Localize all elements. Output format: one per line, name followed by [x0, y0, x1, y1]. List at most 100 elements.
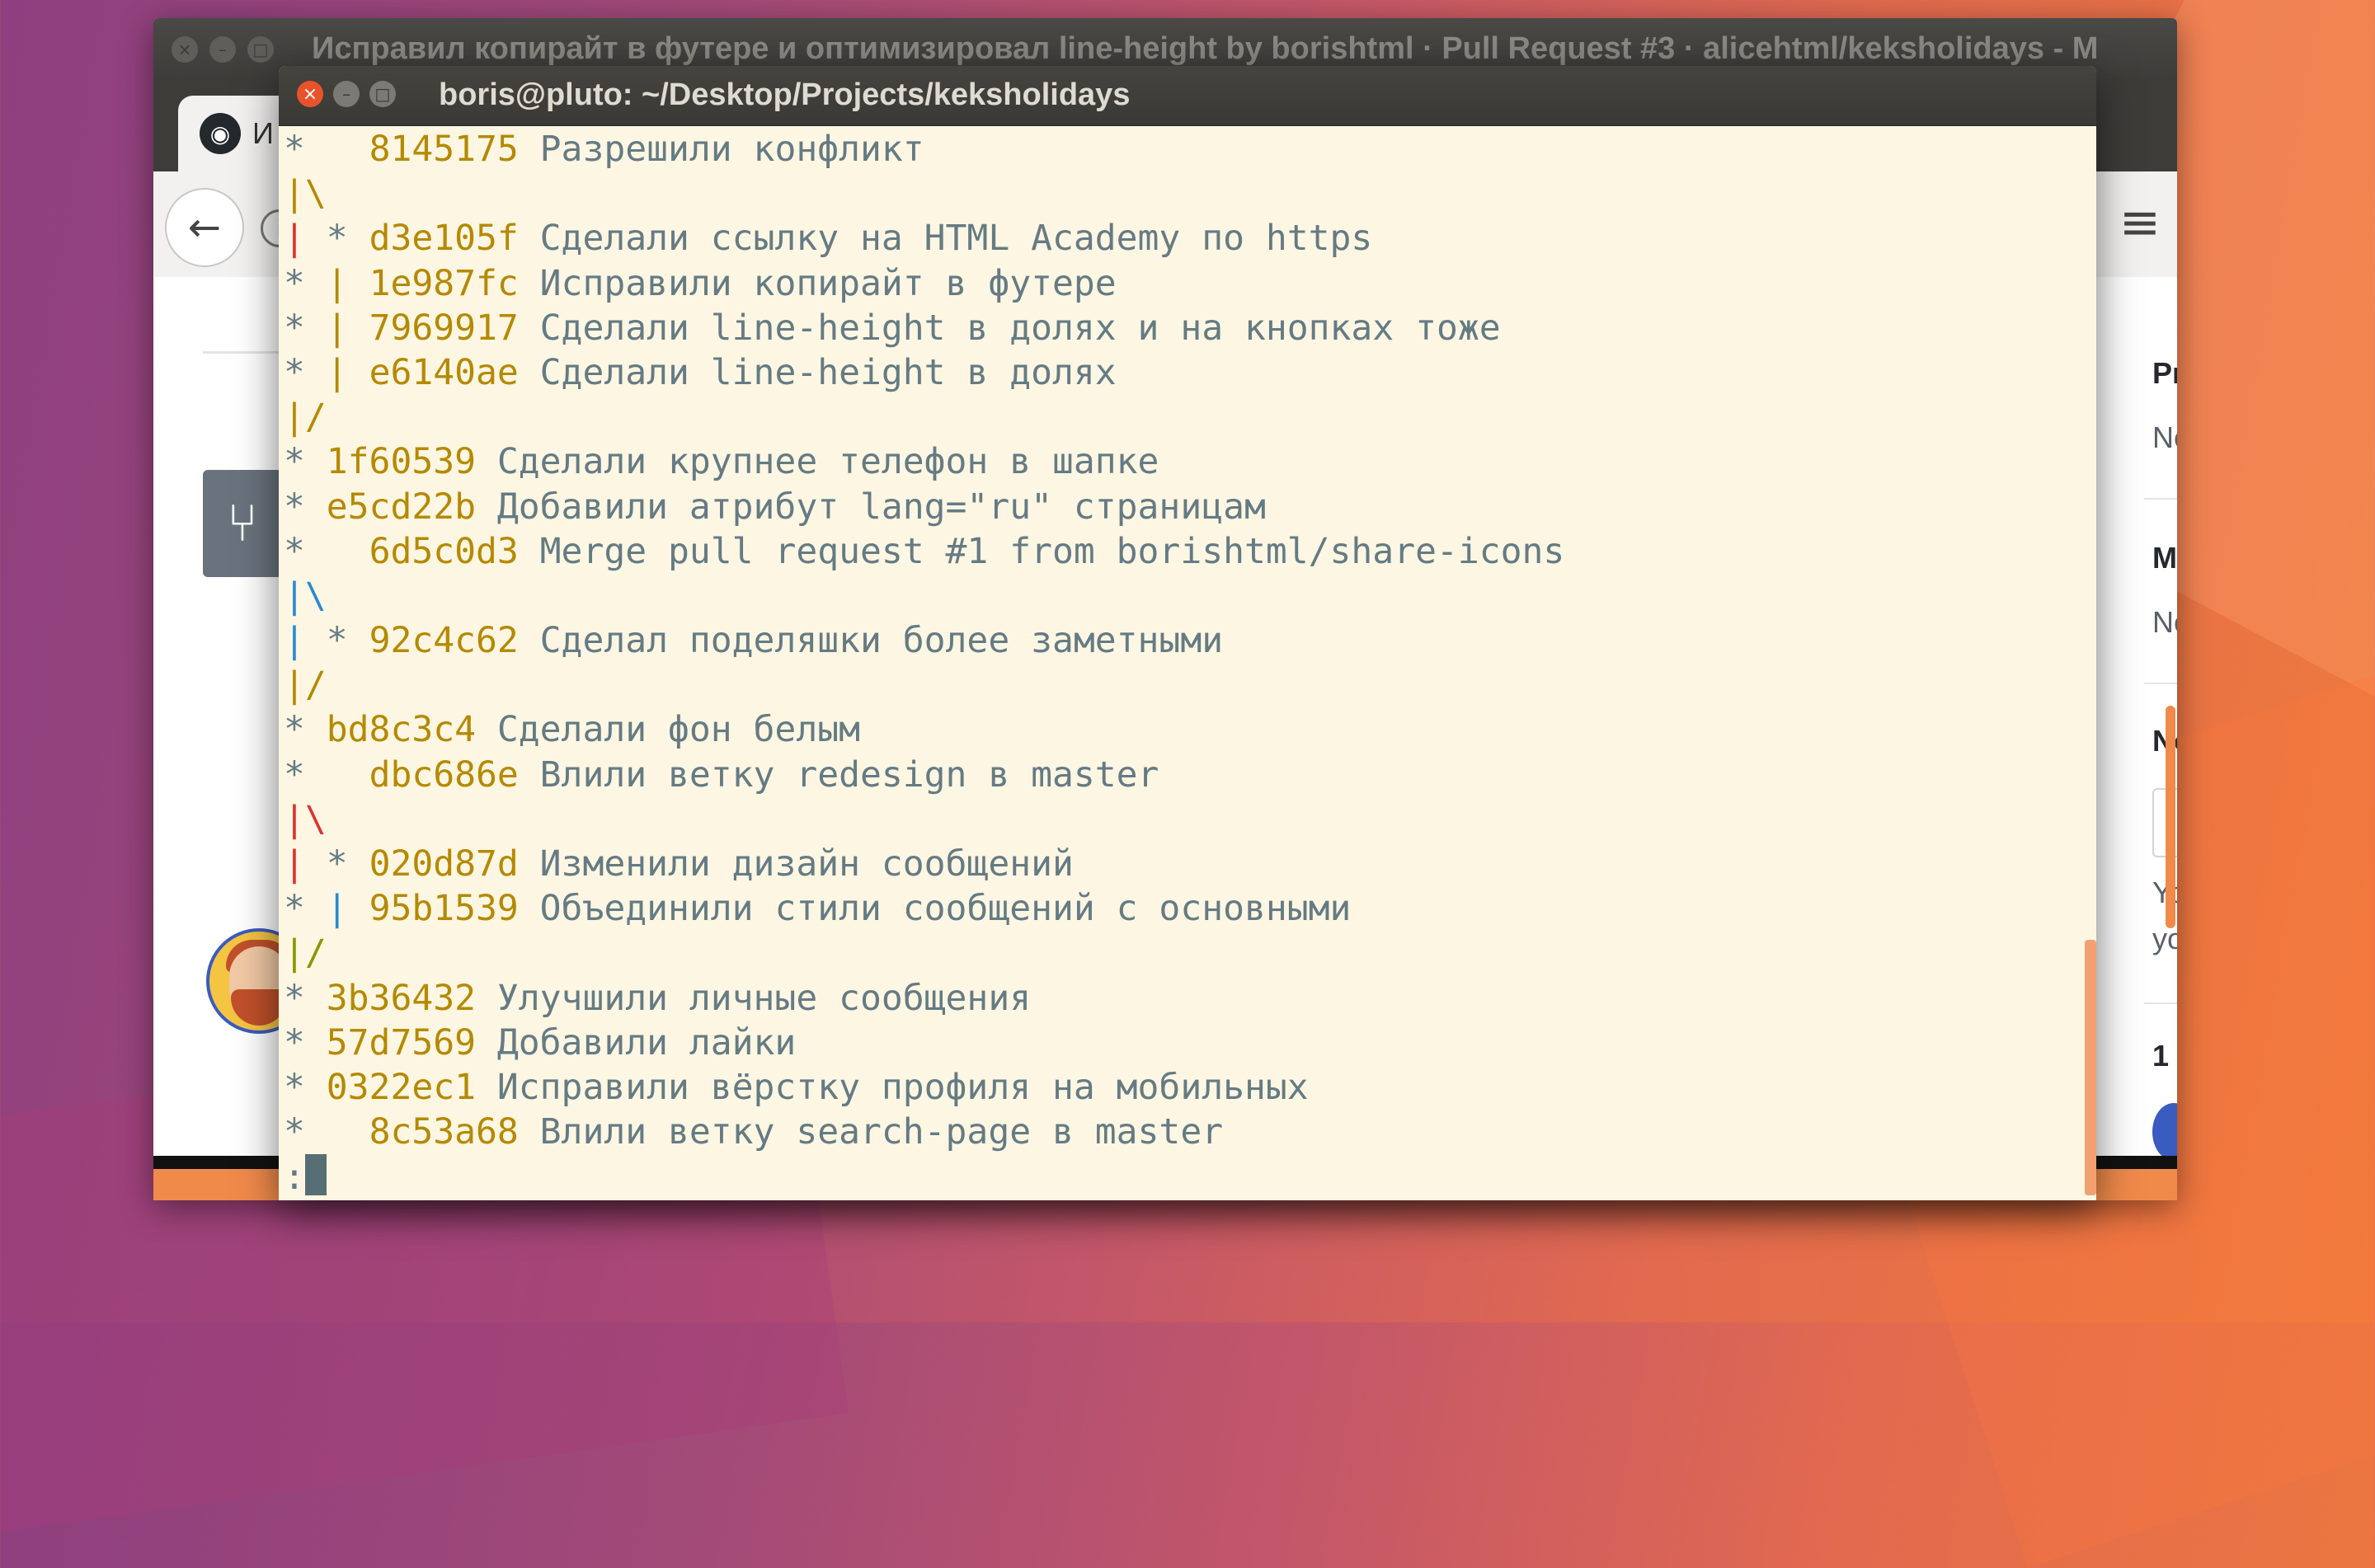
tab-label: И: [252, 116, 274, 150]
git-log-line: * dbc686e Влили ветку redesign в master: [284, 753, 2090, 797]
commit-hash: 020d87d: [369, 843, 519, 885]
commit-hash: 6d5c0d3: [369, 530, 519, 572]
commit-message: Merge pull request #1 from borishtml/sha…: [539, 530, 1565, 572]
commit-hash: 8145175: [369, 129, 519, 170]
terminal-scrollbar[interactable]: [2085, 940, 2096, 1195]
git-graph: |/: [284, 397, 327, 439]
git-graph: *: [284, 441, 327, 483]
commit-hash: 1f60539: [326, 441, 476, 483]
git-log-line: * 1f60539 Сделали крупнее телефон в шапк…: [284, 439, 2090, 484]
git-graph: |\: [284, 575, 327, 617]
commit-message: Улучшили личные сообщения: [496, 977, 1032, 1019]
git-graph: *: [284, 709, 327, 751]
sidebar-separator: [2144, 1002, 2177, 1004]
sidebar-heading-milestone: Mi: [2152, 541, 2177, 575]
browser-maximize-button[interactable]: □: [247, 36, 274, 63]
git-log-line: * 8c53a68 Влили ветку search-page в mast…: [284, 1110, 2090, 1154]
git-graph: *: [284, 530, 369, 572]
github-icon: ◉: [200, 113, 241, 154]
git-graph: | *: [284, 620, 348, 662]
git-graph: |/: [284, 932, 327, 974]
commit-hash: 1e987fc: [369, 262, 519, 304]
hamburger-menu-icon[interactable]: ≡: [2119, 198, 2161, 247]
commit-message: Сделали крупнее телефон в шапке: [496, 441, 1159, 483]
git-graph: *: [284, 753, 369, 796]
git-log-line: * 0322ec1 Исправили вёрстку профиля на м…: [284, 1065, 2090, 1110]
terminal-window[interactable]: × – □ boris@pluto: ~/Desktop/Projects/ke…: [279, 66, 2096, 1200]
commit-hash: 3b36432: [326, 977, 476, 1019]
terminal-close-button[interactable]: ×: [297, 81, 323, 107]
git-log-line: * 6d5c0d3 Merge pull request #1 from bor…: [284, 529, 2090, 574]
commit-message: Исправили вёрстку профиля на мобильных: [496, 1066, 1309, 1108]
commit-hash: 0322ec1: [326, 1066, 476, 1108]
terminal-maximize-button[interactable]: □: [369, 81, 396, 107]
commit-hash: bd8c3c4: [326, 709, 476, 751]
git-graph: * |: [284, 351, 348, 393]
sidebar-text: No: [2152, 605, 2177, 639]
commit-message: Добавили лайки: [496, 1021, 797, 1063]
commit-hash: e6140ae: [369, 351, 519, 393]
git-log-line: |\: [284, 797, 2090, 842]
git-log-line: * e5cd22b Добавили атрибут lang="ru" стр…: [284, 485, 2090, 529]
prompt-symbol: :: [284, 1157, 305, 1199]
commit-hash: 57d7569: [326, 1021, 476, 1063]
git-graph: *: [284, 1021, 327, 1063]
git-graph: * |: [284, 307, 348, 349]
commit-hash: 8c53a68: [369, 1111, 519, 1153]
git-graph: |\: [284, 173, 327, 215]
git-log-line: |/: [284, 395, 2090, 439]
commit-message: Изменили дизайн сообщений: [539, 843, 1074, 885]
git-graph: * |: [284, 888, 348, 930]
sidebar-separator: [2144, 683, 2177, 684]
git-log-line: | * d3e105f Сделали ссылку на HTML Acade…: [284, 216, 2090, 261]
sidebar-separator: [2144, 498, 2177, 500]
pager-prompt[interactable]: :: [284, 1154, 2090, 1199]
commit-hash: 95b1539: [369, 888, 519, 930]
terminal-output[interactable]: * 8145175 Разрешили конфликт |\ | * d3e105…: [279, 125, 2090, 1200]
git-log-line: * 8145175 Разрешили конфликт: [284, 127, 2090, 171]
git-graph: * |: [284, 262, 348, 304]
git-log-line: * | 1e987fc Исправили копирайт в футере: [284, 261, 2090, 306]
commit-message: Влили ветку search-page в master: [539, 1111, 1224, 1153]
git-graph: | *: [284, 843, 348, 885]
terminal-title: boris@pluto: ~/Desktop/Projects/keksholi…: [439, 77, 1131, 112]
git-log-line: |\: [284, 574, 2090, 618]
commit-message: Сделали line-height в долях и на кнопках…: [539, 307, 1501, 349]
text-cursor: [304, 1154, 327, 1196]
git-graph: *: [284, 1066, 327, 1108]
commit-message: Разрешили конфликт: [539, 129, 924, 170]
participant-avatar[interactable]: [2152, 1103, 2177, 1161]
sidebar-heading-reviewers: Pr: [2152, 356, 2177, 390]
commit-hash: dbc686e: [369, 753, 519, 796]
page-scrollbar[interactable]: [2166, 706, 2175, 928]
browser-close-button[interactable]: ×: [172, 36, 198, 63]
git-log-line: * | 7969917 Сделали line-height в долях …: [284, 306, 2090, 350]
commit-message: Объединили стили сообщений с основными: [539, 888, 1352, 930]
terminal-minimize-button[interactable]: –: [333, 81, 360, 107]
git-graph: |/: [284, 664, 327, 707]
commit-hash: 92c4c62: [369, 620, 519, 662]
commit-message: Сделали ссылку на HTML Academy по https: [539, 218, 1373, 260]
commit-message: Сделали line-height в долях: [539, 351, 1117, 393]
browser-minimize-button[interactable]: –: [209, 36, 236, 63]
git-graph: *: [284, 1111, 369, 1153]
commit-hash: d3e105f: [369, 218, 519, 260]
terminal-titlebar[interactable]: × – □ boris@pluto: ~/Desktop/Projects/ke…: [279, 66, 2096, 126]
git-log-line: | * 92c4c62 Сделал поделяшки более замет…: [284, 618, 2090, 663]
git-graph: | *: [284, 218, 348, 260]
git-graph: |\: [284, 798, 327, 840]
commit-message: Сделал поделяшки более заметными: [539, 620, 1224, 662]
commit-message: Сделали фон белым: [496, 709, 860, 751]
back-button[interactable]: ←: [165, 188, 244, 267]
git-log-line: |/: [284, 663, 2090, 707]
commit-message: Добавили атрибут lang="ru" страницам: [496, 486, 1266, 528]
git-log-line: | * 020d87d Изменили дизайн сообщений: [284, 842, 2090, 886]
git-graph: *: [284, 977, 327, 1019]
commit-message: Влили ветку redesign в master: [539, 753, 1159, 796]
commit-hash: 7969917: [369, 307, 519, 349]
sidebar-text: No: [2152, 420, 2177, 454]
git-log-line: |/: [284, 931, 2090, 975]
git-log-line: * | e6140ae Сделали line-height в долях: [284, 350, 2090, 395]
commit-message: Исправили копирайт в футере: [539, 262, 1117, 304]
sidebar-heading-participants: 1 p: [2152, 1039, 2177, 1073]
